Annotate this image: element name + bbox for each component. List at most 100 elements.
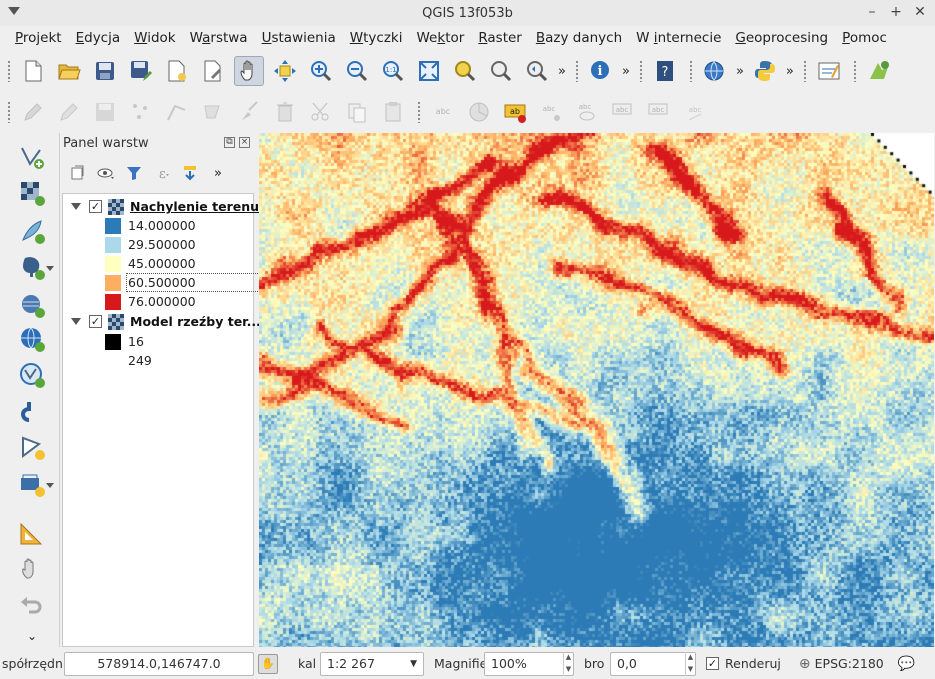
help-button[interactable]: ?	[650, 56, 680, 86]
coordinate-field[interactable]: 578914.0,146747.0	[64, 651, 254, 676]
spin-down-icon[interactable]: ▼	[564, 664, 573, 676]
toolbar-grip[interactable]	[573, 60, 580, 82]
layer-visibility-checkbox[interactable]: ✓	[89, 200, 102, 213]
filter-expression-button[interactable]: ε	[151, 162, 173, 184]
add-raster-layer-button[interactable]	[18, 179, 46, 207]
legend-item-selected[interactable]: 60.500000	[63, 273, 262, 292]
paste-features-button[interactable]	[378, 97, 408, 127]
pin-labels-button[interactable]: abc	[536, 97, 566, 127]
menu-edycja[interactable]: Edycja	[69, 30, 128, 46]
open-project-button[interactable]	[54, 56, 84, 86]
add-wcs-layer-button[interactable]	[18, 397, 46, 425]
render-checkbox[interactable]: ✓	[706, 657, 719, 670]
delete-selected-button[interactable]	[270, 97, 300, 127]
identify-features-button[interactable]: i	[586, 56, 616, 86]
toolbar-grip[interactable]	[851, 60, 858, 82]
spin-up-icon[interactable]: ▲	[686, 652, 695, 664]
filter-legend-button[interactable]	[123, 162, 145, 184]
toolbar-grip[interactable]	[687, 60, 694, 82]
toolbar-overflow-button[interactable]: »	[786, 64, 794, 79]
save-project-button[interactable]	[90, 56, 120, 86]
layer-visibility-checkbox[interactable]: ✓	[89, 315, 102, 328]
zoom-in-button[interactable]	[306, 56, 336, 86]
menu-geoprocesing[interactable]: Geoprocesing	[728, 30, 835, 46]
window-menu-icon[interactable]	[8, 7, 20, 15]
new-shapefile-layer-button[interactable]	[18, 433, 46, 461]
menu-widok[interactable]: Widok	[127, 30, 182, 46]
expand-all-button[interactable]	[179, 162, 201, 184]
layer-labeling-button[interactable]: abc	[428, 97, 458, 127]
menu-wektor[interactable]: Wektor	[410, 30, 472, 46]
add-group-button[interactable]	[67, 162, 89, 184]
copy-features-button[interactable]	[342, 97, 372, 127]
toolbar-overflow-button[interactable]: »	[736, 64, 744, 79]
new-print-composer-button[interactable]	[162, 56, 192, 86]
add-wms-layer-button[interactable]	[18, 325, 46, 353]
menu-wtyczki[interactable]: Wtyczki	[343, 30, 410, 46]
save-edits-button[interactable]	[90, 97, 120, 127]
toolbar-grip[interactable]	[801, 60, 808, 82]
add-postgis-layer-button[interactable]	[18, 253, 46, 281]
add-delimited-text-button[interactable]	[18, 217, 46, 245]
rotate-label-button[interactable]: abc	[644, 97, 674, 127]
undock-panel-button[interactable]: ⧉	[224, 137, 235, 148]
close-panel-button[interactable]: ×	[239, 137, 250, 148]
toggle-extents-button[interactable]: ✋	[258, 653, 278, 674]
menu-ustawienia[interactable]: Ustawienia	[255, 30, 343, 46]
current-edits-button[interactable]	[18, 97, 48, 127]
collapse-arrow-icon[interactable]	[71, 203, 81, 210]
spin-down-icon[interactable]: ▼	[686, 664, 695, 676]
node-tool-button[interactable]	[198, 97, 228, 127]
menu-warstwa[interactable]: Warstwa	[183, 30, 255, 46]
rotation-spinbox[interactable]: 0,0 ▲ ▼	[610, 651, 696, 676]
save-as-button[interactable]	[126, 56, 156, 86]
scale-combobox[interactable]: 1:2 267 ▼	[320, 651, 424, 676]
minimize-button[interactable]: –	[865, 4, 879, 20]
plugin-button[interactable]	[864, 56, 894, 86]
undo-button[interactable]	[18, 591, 46, 619]
cut-features-button[interactable]	[306, 97, 336, 127]
composer-manager-button[interactable]	[198, 56, 228, 86]
add-feature-button[interactable]	[126, 97, 156, 127]
toolbar-overflow-button[interactable]: »	[558, 64, 566, 79]
add-spatialite-layer-button[interactable]	[18, 291, 46, 319]
toolbar-more-button[interactable]: ⌄	[18, 627, 46, 645]
new-project-button[interactable]	[18, 56, 48, 86]
add-vector-layer-button[interactable]	[18, 143, 46, 171]
highlight-labels-button[interactable]: ab	[500, 97, 530, 127]
magnifier-spinbox[interactable]: 100% ▲ ▼	[484, 651, 574, 676]
crs-status-button[interactable]: EPSG:2180	[815, 656, 884, 671]
measure-button[interactable]	[18, 519, 46, 547]
collapse-arrow-icon[interactable]	[71, 318, 81, 325]
toolbar-grip[interactable]	[416, 101, 422, 123]
menu-raster[interactable]: Raster	[471, 30, 529, 46]
menu-bazy-danych[interactable]: Bazy danych	[529, 30, 629, 46]
show-hide-labels-button[interactable]: abc	[572, 97, 602, 127]
python-console-button[interactable]	[750, 56, 780, 86]
diagram-button[interactable]	[464, 97, 494, 127]
postgis-dropdown-arrow[interactable]	[46, 266, 54, 271]
zoom-to-selection-button[interactable]	[450, 56, 480, 86]
manage-visibility-button[interactable]	[95, 162, 117, 184]
message-log-icon[interactable]: 💬	[898, 656, 915, 672]
zoom-to-layer-button[interactable]	[486, 56, 516, 86]
create-layer-button[interactable]	[18, 471, 46, 499]
toolbar-overflow-button[interactable]: »	[622, 64, 630, 79]
menu-pomoc[interactable]: Pomoc	[835, 30, 894, 46]
add-wfs-layer-button[interactable]	[18, 361, 46, 389]
menu-projekt[interactable]: Projekt	[8, 30, 69, 46]
edit-attributes-button[interactable]	[234, 97, 264, 127]
pan-to-selection-button[interactable]	[270, 56, 300, 86]
move-feature-button[interactable]	[162, 97, 192, 127]
create-layer-dropdown-arrow[interactable]	[46, 483, 54, 488]
web-services-button[interactable]	[700, 56, 730, 86]
panel-overflow-button[interactable]: »	[207, 162, 229, 184]
layer-row-slope[interactable]: ✓ Nachylenie terenu	[63, 197, 259, 216]
zoom-last-button[interactable]	[522, 56, 552, 86]
map-canvas[interactable]	[259, 133, 934, 647]
annotation-button[interactable]	[814, 56, 844, 86]
move-label-button[interactable]: abc	[608, 97, 638, 127]
toolbar-grip[interactable]	[6, 60, 12, 82]
zoom-native-button[interactable]: 1:1	[378, 56, 408, 86]
layer-row-hillshade[interactable]: ✓ Model rzeźby ter...	[63, 312, 261, 331]
